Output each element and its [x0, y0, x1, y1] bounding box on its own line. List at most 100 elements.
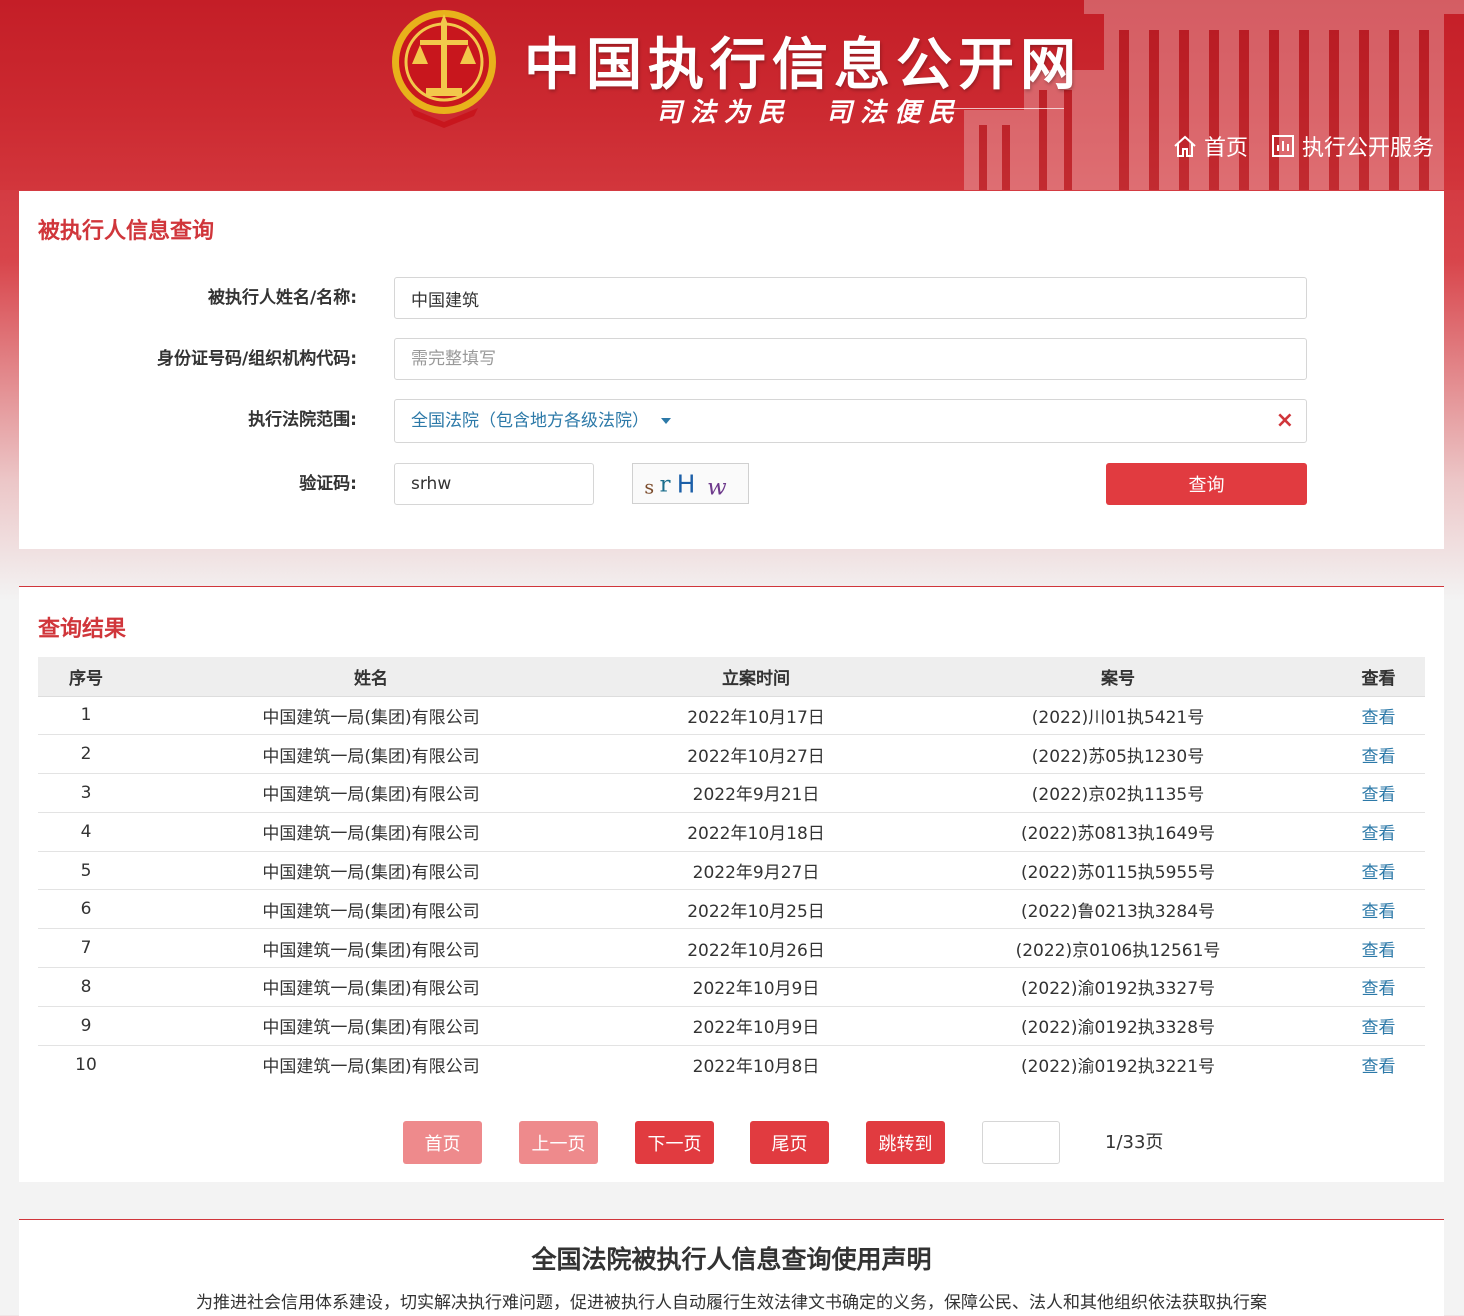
cell-name: 中国建筑一局(集团)有限公司 [262, 1057, 480, 1078]
view-link[interactable]: 查看 [1362, 1057, 1396, 1077]
name-input[interactable] [394, 277, 1307, 319]
cell-date: 2022年10月26日 [608, 928, 904, 969]
nav-execution-service-label: 执行公开服务 [1301, 136, 1434, 161]
prev-page-button[interactable]: 上一页 [519, 1121, 598, 1164]
cell-date: 2022年9月27日 [608, 851, 904, 891]
cell-date: 2022年10月9日 [608, 967, 904, 1007]
cell-name: 中国建筑一局(集团)有限公司 [134, 773, 608, 813]
caret-down-icon [661, 418, 671, 424]
cell-date: 2022年9月21日 [608, 773, 904, 813]
cell-no: 1 [38, 696, 134, 736]
table-row: 2 中国建筑一局(集团)有限公司 2022年10月27日 (2022)苏05执1230… [38, 734, 1425, 775]
notice-panel: 全国法院被执行人信息查询使用声明 为推进社会信用体系建设，切实解决执行难问题，促… [19, 1219, 1444, 1316]
table-row: 1 中国建筑一局(集团)有限公司 2022年10月17日 (2022)川01执5421… [38, 696, 1425, 736]
slogan-divider [944, 108, 1064, 109]
nav-home-link[interactable]: 首页 [1172, 130, 1248, 162]
cell-name: 中国建筑一局(集团)有限公司 [134, 734, 608, 775]
table-row: 10 中国建筑一局(集团)有限公司 2022年10月8日 (2022)渝0192执32… [38, 1045, 1425, 1084]
captcha-row: 验证码: s r H w 查询 [19, 463, 1444, 505]
cell-date: 2022年10月8日 [692, 1057, 820, 1078]
view-link[interactable]: 查看 [1362, 785, 1396, 805]
cell-name: 中国建筑一局(集团)有限公司 [134, 812, 608, 852]
clear-icon[interactable]: × [1276, 400, 1294, 442]
query-button[interactable]: 查询 [1106, 463, 1307, 505]
page-info: 1/33页 [1105, 1132, 1164, 1153]
cell-name: 中国建筑一局(集团)有限公司 [134, 851, 608, 891]
cell-case: (2022)苏0115执5955号 [904, 851, 1332, 891]
table-row: 7 中国建筑一局(集团)有限公司 2022年10月26日 (2022)京0106执12… [38, 928, 1425, 969]
cell-no: 5 [38, 851, 134, 891]
view-link[interactable]: 查看 [1362, 979, 1396, 999]
query-panel: 被执行人信息查询 被执行人姓名/名称: 身份证号码/组织机构代码: 执行法院范围… [19, 191, 1444, 549]
first-page-button[interactable]: 首页 [403, 1121, 482, 1164]
court-row: 执行法院范围: 全国法院（包含地方各级法院） × [19, 399, 1444, 443]
results-panel: 查询结果 序号 姓名 立案时间 案号 查看 1 中国建筑一局(集团)有限公司 202… [19, 586, 1444, 1182]
col-header-view: 查看 [1332, 657, 1425, 697]
results-panel-title: 查询结果 [38, 617, 127, 642]
id-input[interactable] [394, 338, 1307, 380]
notice-title: 全国法院被执行人信息查询使用声明 [531, 1245, 932, 1274]
next-page-button[interactable]: 下一页 [635, 1121, 714, 1164]
court-emblem-logo [392, 10, 496, 128]
captcha-input[interactable] [394, 463, 594, 505]
view-link[interactable]: 查看 [1362, 747, 1396, 767]
cell-date: 2022年10月18日 [608, 812, 904, 852]
cell-date: 2022年10月9日 [608, 1006, 904, 1046]
site-title: 中国执行信息公开网 [524, 32, 1082, 98]
pagination: 首页 上一页 下一页 尾页 跳转到 1/33页 [19, 1121, 1444, 1165]
cell-no: 2 [38, 734, 134, 775]
cell-case: (2022)京02执1135号 [904, 773, 1332, 813]
cell-case: (2022)苏0813执1649号 [904, 812, 1332, 852]
last-page-button[interactable]: 尾页 [750, 1121, 829, 1164]
table-row: 4 中国建筑一局(集团)有限公司 2022年10月18日 (2022)苏0813执16… [38, 812, 1425, 852]
id-label: 身份证号码/组织机构代码: [156, 349, 357, 369]
view-link[interactable]: 查看 [1362, 824, 1396, 844]
court-select[interactable]: 全国法院（包含地方各级法院） × [394, 399, 1307, 443]
page-number-input[interactable] [982, 1121, 1060, 1164]
jump-to-button[interactable]: 跳转到 [866, 1121, 945, 1164]
cell-no: 9 [38, 1006, 134, 1046]
top-nav: 首页 执行公开服务 [1172, 130, 1434, 162]
cell-case: (2022)川01执5421号 [904, 696, 1332, 736]
captcha-char-1: s [644, 476, 654, 498]
cell-case: (2022)鲁0213执3284号 [904, 889, 1332, 930]
cell-case: (2022)渝0192执3221号 [1020, 1057, 1216, 1078]
cell-name: 中国建筑一局(集团)有限公司 [134, 889, 608, 930]
view-link[interactable]: 查看 [1362, 902, 1396, 922]
captcha-label: 验证码: [299, 474, 357, 494]
nav-home-label: 首页 [1203, 136, 1248, 161]
home-icon [1174, 135, 1196, 157]
name-row: 被执行人姓名/名称: [19, 277, 1444, 319]
view-link[interactable]: 查看 [1362, 863, 1396, 883]
results-header-row: 序号 姓名 立案时间 案号 查看 [38, 657, 1425, 697]
captcha-char-4: w [707, 474, 727, 500]
cell-date: 2022年10月25日 [608, 889, 904, 930]
view-link[interactable]: 查看 [1362, 941, 1396, 961]
table-row: 8 中国建筑一局(集团)有限公司 2022年10月9日 (2022)渝0192执332… [38, 967, 1425, 1007]
cell-case: (2022)渝0192执3327号 [904, 967, 1332, 1007]
captcha-image[interactable]: s r H w [632, 463, 749, 504]
results-table: 序号 姓名 立案时间 案号 查看 1 中国建筑一局(集团)有限公司 2022年10月… [38, 657, 1425, 1084]
cell-no: 8 [38, 967, 134, 1007]
cell-case: (2022)苏05执1230号 [904, 734, 1332, 775]
cell-name: 中国建筑一局(集团)有限公司 [134, 1006, 608, 1046]
view-link[interactable]: 查看 [1362, 1018, 1396, 1038]
nav-execution-service-link[interactable]: 执行公开服务 [1270, 130, 1434, 162]
cell-case: (2022)渝0192执3328号 [904, 1006, 1332, 1046]
query-panel-title: 被执行人信息查询 [38, 219, 215, 244]
chart-icon [1271, 135, 1294, 157]
cell-no: 10 [75, 1054, 97, 1075]
cell-no: 7 [38, 928, 134, 969]
table-row: 9 中国建筑一局(集团)有限公司 2022年10月9日 (2022)渝0192执332… [38, 1006, 1425, 1046]
cell-no: 3 [38, 773, 134, 813]
view-link[interactable]: 查看 [1362, 708, 1396, 728]
cell-name: 中国建筑一局(集团)有限公司 [134, 696, 608, 736]
table-row: 6 中国建筑一局(集团)有限公司 2022年10月25日 (2022)鲁0213执32… [38, 889, 1425, 930]
cell-case: (2022)京0106执12561号 [904, 928, 1332, 969]
id-row: 身份证号码/组织机构代码: [19, 338, 1444, 380]
table-row: 5 中国建筑一局(集团)有限公司 2022年9月27日 (2022)苏0115执595… [38, 851, 1425, 891]
court-select-value: 全国法院（包含地方各级法院） [411, 411, 649, 431]
notice-text: 为推进社会信用体系建设，切实解决执行难问题，促进被执行人自动履行生效法律文书确定… [196, 1293, 1267, 1313]
court-label: 执行法院范围: [248, 410, 357, 430]
cell-date: 2022年10月27日 [608, 734, 904, 775]
